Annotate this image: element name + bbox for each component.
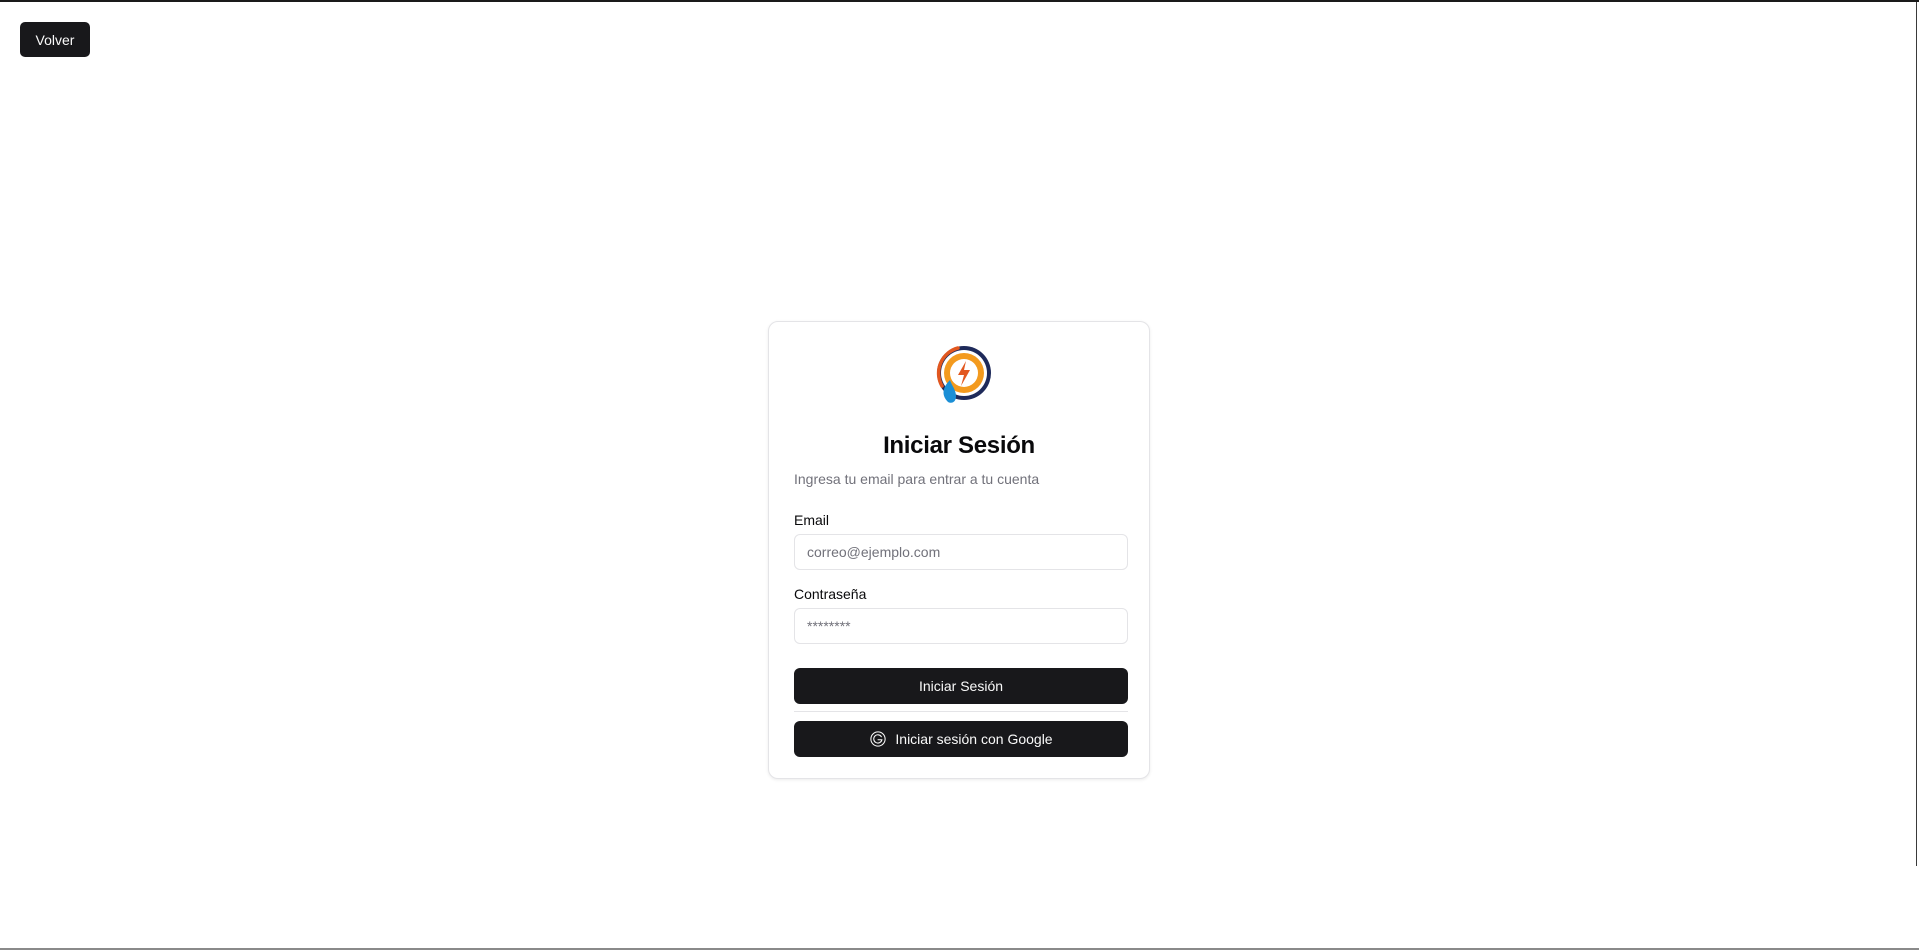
email-label: Email (794, 512, 830, 528)
back-button[interactable]: Volver (20, 22, 90, 57)
login-subtitle: Ingresa tu email para entrar a tu cuenta (794, 471, 1040, 487)
google-login-label: Iniciar sesión con Google (895, 731, 1053, 747)
password-input[interactable] (794, 608, 1128, 644)
login-card: Iniciar Sesión Ingresa tu email para ent… (768, 321, 1150, 779)
login-title: Iniciar Sesión (883, 432, 1035, 459)
password-label: Contraseña (794, 586, 867, 602)
login-submit-button[interactable]: Iniciar Sesión (794, 668, 1128, 704)
google-login-button[interactable]: Iniciar sesión con Google (794, 721, 1128, 757)
scrollbar-edge (1916, 2, 1917, 866)
divider (794, 711, 1128, 712)
window-top-border (0, 0, 1919, 2)
email-input[interactable] (794, 534, 1128, 570)
brand-logo-icon (936, 346, 991, 403)
google-icon (870, 731, 887, 747)
